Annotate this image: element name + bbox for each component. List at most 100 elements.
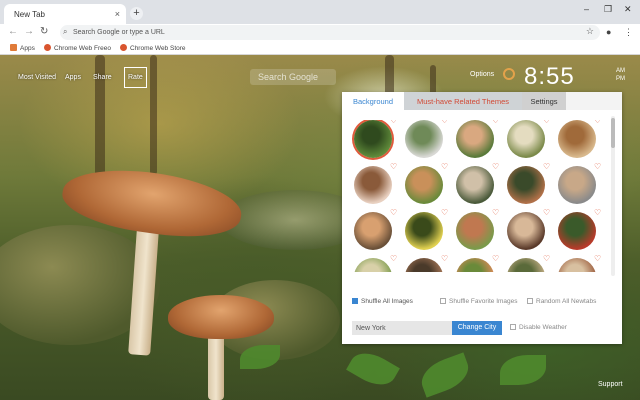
background-thumbnails: ♡ ♡ ♡ ♡ ♡ ♡ ♡ ♡ ♡ ♡ ♡ ♡ ♡ ♡ ♡ ♡ ♡ ♡ ♡ ♡ bbox=[350, 120, 606, 272]
favorite-heart-icon[interactable]: ♡ bbox=[390, 255, 397, 263]
random-all-checkbox[interactable] bbox=[527, 298, 533, 304]
rate-link[interactable]: Rate bbox=[124, 67, 147, 88]
tab-settings[interactable]: Settings bbox=[522, 92, 566, 110]
favorite-heart-icon[interactable]: ♡ bbox=[441, 255, 448, 263]
leaf bbox=[416, 352, 474, 398]
star-icon[interactable]: ☆ bbox=[586, 26, 594, 37]
profile-icon[interactable]: ● bbox=[606, 27, 611, 37]
leaf bbox=[500, 355, 546, 385]
window-close-icon[interactable]: ✕ bbox=[624, 4, 632, 15]
background-thumbnail[interactable] bbox=[405, 120, 443, 158]
new-tab-button[interactable]: + bbox=[130, 7, 143, 20]
omnibox[interactable]: ⌕ Search Google or type a URL ☆ bbox=[60, 25, 600, 40]
clock-ampm: AM PM bbox=[616, 67, 625, 83]
panel-tabs: Background Must-have Related Themes Sett… bbox=[342, 92, 622, 110]
city-input[interactable] bbox=[352, 321, 452, 335]
tab-related-themes[interactable]: Must-have Related Themes bbox=[404, 92, 522, 110]
favorite-heart-icon[interactable]: ♡ bbox=[441, 120, 448, 125]
favorite-heart-icon[interactable]: ♡ bbox=[594, 255, 601, 263]
menu-icon[interactable]: ⋮ bbox=[624, 27, 633, 38]
shuffle-favorite-checkbox[interactable] bbox=[440, 298, 446, 304]
favorite-heart-icon[interactable]: ♡ bbox=[543, 120, 550, 125]
search-hint[interactable]: Search Google bbox=[250, 69, 336, 85]
shuffle-favorite-option[interactable]: Shuffle Favorite Images bbox=[440, 298, 518, 305]
favorite-heart-icon[interactable]: ♡ bbox=[594, 209, 601, 217]
background-thumbnail[interactable] bbox=[558, 258, 596, 272]
tree-trunk bbox=[150, 55, 157, 175]
background-thumbnail[interactable] bbox=[507, 212, 545, 250]
background-thumbnail[interactable] bbox=[456, 258, 494, 272]
background-thumbnail[interactable] bbox=[354, 212, 392, 250]
mushroom-cap bbox=[168, 295, 274, 339]
weather-icon bbox=[503, 68, 515, 80]
tab-new-tab[interactable]: New Tab × bbox=[4, 4, 126, 24]
option-label: Random All Newtabs bbox=[536, 298, 597, 305]
bookmark-chrome-web-store[interactable]: Chrome Web Store bbox=[120, 44, 186, 52]
favorite-heart-icon[interactable]: ♡ bbox=[390, 163, 397, 171]
favorite-heart-icon[interactable]: ♡ bbox=[543, 209, 550, 217]
background-thumbnail[interactable] bbox=[507, 120, 545, 158]
favorite-heart-icon[interactable]: ♡ bbox=[390, 209, 397, 217]
favorite-heart-icon[interactable]: ♡ bbox=[441, 163, 448, 171]
omnibox-placeholder: Search Google or type a URL bbox=[73, 29, 165, 36]
option-label: Shuffle All Images bbox=[361, 298, 413, 305]
tab-strip: New Tab × + – ❐ ✕ bbox=[0, 0, 640, 24]
background-thumbnail[interactable] bbox=[405, 258, 443, 272]
back-icon[interactable]: ← bbox=[8, 26, 18, 37]
disable-weather-option[interactable]: Disable Weather bbox=[510, 324, 567, 331]
background-thumbnail[interactable] bbox=[558, 120, 596, 158]
background-thumbnail[interactable] bbox=[405, 212, 443, 250]
close-icon[interactable]: × bbox=[115, 9, 120, 19]
random-all-option[interactable]: Random All Newtabs bbox=[527, 298, 596, 305]
browser-toolbar: ← → ↻ ⌕ Search Google or type a URL ☆ ● … bbox=[0, 24, 640, 41]
bookmark-label: Chrome Web Freeo bbox=[54, 45, 111, 52]
chrome-store-icon bbox=[44, 44, 51, 51]
restore-icon[interactable]: ❐ bbox=[604, 4, 612, 15]
shuffle-all-option[interactable]: Shuffle All Images bbox=[352, 298, 413, 305]
background-thumbnail[interactable] bbox=[354, 166, 392, 204]
background-thumbnail[interactable] bbox=[405, 166, 443, 204]
bookmark-label: Apps bbox=[20, 45, 35, 52]
favorite-heart-icon[interactable]: ♡ bbox=[390, 120, 397, 125]
favorite-heart-icon[interactable]: ♡ bbox=[492, 120, 499, 125]
minimize-icon[interactable]: – bbox=[584, 4, 589, 14]
favorite-heart-icon[interactable]: ♡ bbox=[543, 255, 550, 263]
background-thumbnail[interactable] bbox=[558, 212, 596, 250]
options-link[interactable]: Options bbox=[470, 71, 494, 78]
favorite-heart-icon[interactable]: ♡ bbox=[543, 163, 550, 171]
background-thumbnail[interactable] bbox=[507, 258, 545, 272]
bookmark-chrome-web-freeo[interactable]: Chrome Web Freeo bbox=[44, 44, 111, 52]
favorite-heart-icon[interactable]: ♡ bbox=[492, 209, 499, 217]
background-thumbnail[interactable] bbox=[456, 212, 494, 250]
favorite-heart-icon[interactable]: ♡ bbox=[594, 120, 601, 125]
disable-weather-checkbox[interactable] bbox=[510, 324, 516, 330]
most-visited-link[interactable]: Most Visited bbox=[18, 74, 56, 81]
apps-link[interactable]: Apps bbox=[65, 74, 81, 81]
reload-icon[interactable]: ↻ bbox=[40, 26, 48, 37]
favorite-heart-icon[interactable]: ♡ bbox=[492, 255, 499, 263]
tab-title: New Tab bbox=[14, 10, 45, 19]
tab-background[interactable]: Background bbox=[342, 92, 404, 110]
change-city-button[interactable]: Change City bbox=[452, 321, 502, 335]
favorite-heart-icon[interactable]: ♡ bbox=[441, 209, 448, 217]
am-label: AM bbox=[616, 68, 625, 74]
options-panel: Background Must-have Related Themes Sett… bbox=[342, 92, 622, 344]
search-icon: ⌕ bbox=[63, 27, 68, 36]
background-thumbnail[interactable] bbox=[558, 166, 596, 204]
thumbnails-scrollbar[interactable] bbox=[611, 116, 615, 276]
background-thumbnail[interactable] bbox=[456, 120, 494, 158]
background-thumbnail[interactable] bbox=[354, 120, 392, 158]
favorite-heart-icon[interactable]: ♡ bbox=[492, 163, 499, 171]
background-thumbnail[interactable] bbox=[456, 166, 494, 204]
background-thumbnail[interactable] bbox=[507, 166, 545, 204]
bookmarks-bar: Apps Chrome Web Freeo Chrome Web Store bbox=[0, 41, 640, 55]
background-thumbnail[interactable] bbox=[354, 258, 392, 272]
forward-icon[interactable]: → bbox=[24, 26, 34, 37]
scroll-thumb[interactable] bbox=[611, 118, 615, 148]
support-link[interactable]: Support bbox=[598, 381, 623, 388]
share-link[interactable]: Share bbox=[93, 74, 112, 81]
shuffle-all-checkbox[interactable] bbox=[352, 298, 358, 304]
bookmark-apps[interactable]: Apps bbox=[10, 44, 35, 52]
favorite-heart-icon[interactable]: ♡ bbox=[594, 163, 601, 171]
option-label: Shuffle Favorite Images bbox=[449, 298, 518, 305]
